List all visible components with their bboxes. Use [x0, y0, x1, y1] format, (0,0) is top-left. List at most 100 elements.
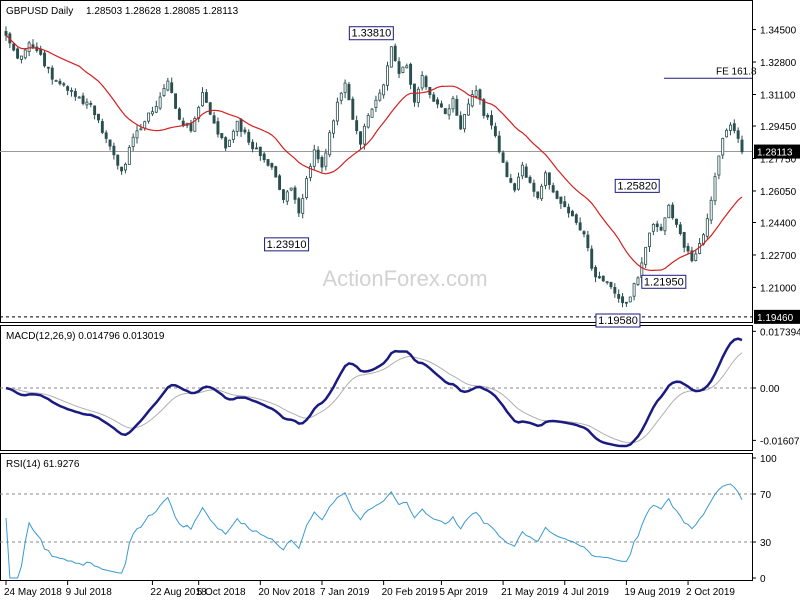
candle-body: [123, 163, 127, 171]
candle-body: [671, 204, 675, 219]
candle-body: [31, 44, 35, 48]
candle-body: [397, 61, 401, 74]
candle-body: [501, 152, 505, 163]
candle-body: [66, 86, 70, 91]
y-tick-label: 1.31100: [760, 91, 796, 102]
candle-body: [251, 141, 255, 150]
candle-body: [709, 199, 713, 221]
candle-body: [451, 97, 455, 110]
y-tick-label: 1.26050: [760, 187, 797, 198]
candle-body: [544, 172, 547, 186]
candle-body: [667, 204, 671, 219]
candle-body: [393, 45, 397, 61]
candle-body: [505, 162, 509, 178]
candle-body: [609, 281, 613, 288]
price-title: GBPUSD Daily: [6, 6, 73, 17]
svg-text:1.21950: 1.21950: [644, 276, 684, 288]
candle-body: [216, 121, 220, 135]
candle-body: [243, 129, 247, 133]
y-tick-label: 1.21000: [760, 283, 797, 294]
candle-body: [220, 133, 224, 139]
candle-body: [705, 218, 709, 237]
svg-text:1.19580: 1.19580: [598, 315, 638, 327]
candle-body: [740, 139, 744, 153]
support-badge: 1.19460: [754, 309, 800, 324]
candle-body: [517, 176, 520, 190]
candle-body: [362, 125, 366, 145]
candle-body: [108, 139, 112, 147]
candle-body: [339, 92, 343, 101]
candle-body: [89, 103, 93, 105]
candle-body: [651, 223, 655, 232]
candle-body: [655, 223, 659, 227]
candle-body: [409, 63, 413, 85]
candle-body: [405, 65, 409, 69]
candle-body: [493, 126, 497, 137]
candle-body: [43, 52, 46, 67]
candle-body: [324, 152, 328, 167]
candle-body: [278, 175, 282, 190]
candle-body: [636, 277, 640, 285]
candle-body: [559, 196, 563, 204]
candle-body: [231, 130, 235, 140]
candle-body: [228, 139, 231, 147]
candle-body: [578, 222, 582, 231]
candle-body: [524, 166, 528, 178]
candle-body: [686, 245, 690, 252]
candle-body: [563, 201, 567, 208]
candle-body: [70, 90, 73, 92]
candle-body: [224, 137, 228, 149]
candle-body: [378, 92, 382, 101]
candle-body: [274, 166, 278, 178]
candle-body: [77, 96, 81, 99]
price-annotation: 1.25820: [614, 178, 660, 193]
candle-body: [466, 103, 470, 116]
x-tick-label: 24 May 2018: [4, 587, 62, 598]
candle-body: [285, 191, 289, 202]
candle-body: [58, 80, 62, 85]
candle-body: [208, 102, 212, 115]
candle-body: [401, 66, 405, 73]
y-tick-label: 70: [760, 490, 772, 501]
candle-body: [663, 217, 667, 232]
svg-text:1.28113: 1.28113: [757, 148, 793, 159]
candle-body: [497, 135, 501, 153]
y-tick-label: 0: [760, 574, 766, 585]
price-annotation: 1.23910: [264, 237, 310, 252]
candle-body: [605, 281, 609, 284]
candle-body: [166, 80, 170, 91]
candle-body: [154, 106, 158, 113]
x-tick-label: 20 Nov 2018: [258, 587, 315, 598]
candle-body: [386, 65, 389, 86]
x-tick-label: 19 Aug 2019: [624, 587, 681, 598]
candle-body: [728, 124, 732, 131]
candle-body: [590, 248, 594, 269]
candle-body: [201, 92, 204, 107]
y-tick-label: 1.24400: [760, 218, 797, 229]
x-tick-label: 2 Oct 2019: [686, 587, 735, 598]
candle-body: [624, 301, 628, 304]
candle-body: [174, 93, 178, 109]
candle-body: [93, 105, 97, 116]
candle-body: [97, 113, 100, 121]
candle-body: [547, 172, 551, 185]
candle-body: [39, 48, 43, 55]
candle-body: [247, 131, 251, 143]
candle-body: [675, 218, 678, 225]
candle-body: [332, 120, 335, 134]
candle-body: [659, 226, 663, 231]
candle-body: [447, 108, 451, 116]
price-annotation: 1.19580: [595, 313, 641, 328]
candle-body: [27, 42, 31, 52]
fe-label: FE 161.8: [716, 66, 757, 77]
candle-body: [127, 147, 131, 165]
candle-body: [532, 182, 536, 192]
candle-body: [474, 90, 478, 97]
candle-body: [455, 98, 459, 116]
candle-body: [335, 101, 339, 122]
candle-body: [85, 101, 89, 106]
candle-body: [721, 138, 725, 156]
candle-body: [343, 82, 347, 94]
axes: 1.345001.328001.311001.294501.277501.260…: [4, 26, 800, 598]
candle-body: [594, 267, 598, 278]
